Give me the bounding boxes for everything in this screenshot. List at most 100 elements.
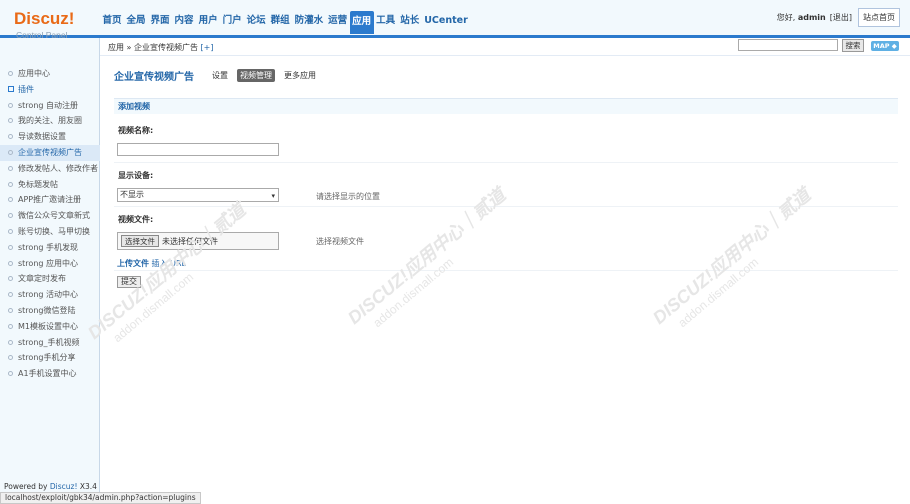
nav-apps[interactable]: 应用 — [349, 11, 374, 34]
page-header: 企业宣传视频广告 设置 视频管理 更多应用 — [114, 68, 325, 83]
sidebar-item-no-title-post[interactable]: 免标题发帖 — [0, 177, 100, 193]
sidebar-item-strong-app-center[interactable]: strong 应用中心 — [0, 256, 100, 272]
bullet-icon — [8, 371, 13, 377]
bullet-icon — [8, 134, 13, 140]
bullet-icon — [8, 339, 13, 345]
sidebar: 应用中心 插件 strong 自动注册 我的关注、朋友圈 导读数据设置 企业宣传… — [0, 38, 100, 504]
sidebar-menu: 应用中心 插件 strong 自动注册 我的关注、朋友圈 导读数据设置 企业宣传… — [0, 66, 100, 382]
no-file-text: 未选择任何文件 — [162, 237, 218, 246]
add-video-form: 添加视频 视频名称: 显示设备: 不显示 ▾ 请选择显示的位置 视频文件: 选择… — [114, 98, 898, 288]
bullet-icon — [8, 323, 13, 329]
bullet-icon — [8, 181, 13, 187]
sidebar-item-mobile-share[interactable]: strong手机分享 — [0, 350, 100, 366]
device-label: 显示设备: — [118, 171, 154, 180]
upload-links: 上传文件 插入 URL — [117, 258, 186, 269]
bullet-icon — [8, 228, 13, 234]
sidebar-item-video-ad[interactable]: 企业宣传视频广告 — [0, 144, 100, 161]
bullet-icon — [8, 213, 13, 219]
device-hint: 请选择显示的位置 — [316, 192, 380, 201]
bullet-icon — [8, 307, 13, 313]
greeting: 您好, admin — [776, 13, 826, 22]
user-area: 您好, admin [退出] 站点首页 — [777, 8, 900, 27]
main-content: 企业宣传视频广告 设置 视频管理 更多应用 添加视频 视频名称: 显示设备: 不… — [84, 56, 910, 504]
tab-settings[interactable]: 设置 — [209, 69, 231, 82]
nav-users[interactable]: 用户 — [196, 11, 220, 31]
sidebar-item-mobile-video[interactable]: strong_手机视频 — [0, 335, 100, 351]
nav-global[interactable]: 全局 — [124, 11, 148, 31]
bullet-icon — [8, 102, 13, 108]
search-input[interactable] — [738, 39, 838, 51]
sidebar-item-account-switch[interactable]: 账号切换、马甲切换 — [0, 224, 100, 240]
breadcrumb-bar: 应用 » 企业宣传视频广告 [+] 搜索 MAP ◆ — [100, 38, 910, 56]
nav-webmaster[interactable]: 站长 — [398, 11, 422, 31]
bullet-icon — [8, 276, 13, 282]
sidebar-item-mobile-discover[interactable]: strong 手机发现 — [0, 240, 100, 256]
discuz-link[interactable]: Discuz! — [50, 482, 78, 491]
nav-operations[interactable]: 运营 — [326, 11, 350, 31]
square-bullet-icon — [8, 86, 14, 93]
device-select[interactable]: 不显示 ▾ — [117, 188, 279, 202]
sidebar-item-activity-center[interactable]: strong 活动中心 — [0, 287, 100, 303]
search-button[interactable]: 搜索 — [842, 39, 864, 52]
insert-url-link[interactable]: 插入 URL — [152, 259, 186, 268]
chevron-down-icon: ▾ — [271, 192, 275, 200]
video-name-label: 视频名称: — [118, 126, 154, 135]
nav-content[interactable]: 内容 — [172, 11, 196, 31]
page-title: 企业宣传视频广告 — [114, 72, 194, 83]
sidebar-item-auto-register[interactable]: strong 自动注册 — [0, 98, 100, 114]
file-hint: 选择视频文件 — [316, 237, 364, 246]
site-home-button[interactable]: 站点首页 — [858, 8, 900, 27]
header: Discuz! Control Panel 首页 全局 界面 内容 用户 门户 … — [0, 0, 910, 40]
bullet-icon — [8, 244, 13, 250]
nav-interface[interactable]: 界面 — [148, 11, 172, 31]
nav-tools[interactable]: 工具 — [374, 11, 398, 31]
sidebar-item-scheduled-post[interactable]: 文章定时发布 — [0, 271, 100, 287]
nav-ucenter[interactable]: UCenter — [422, 11, 471, 31]
bullet-icon — [8, 260, 13, 266]
nav-home[interactable]: 首页 — [100, 11, 124, 31]
video-name-input[interactable] — [117, 143, 279, 156]
sidebar-item-m1-template[interactable]: M1模板设置中心 — [0, 319, 100, 335]
submit-button[interactable]: 提交 — [117, 276, 141, 288]
top-navigation: 首页 全局 界面 内容 用户 门户 论坛 群组 防灌水 运营 应用 工具 站长 … — [100, 11, 470, 38]
bullet-icon — [8, 71, 13, 76]
logout-link[interactable]: [退出] — [830, 12, 852, 23]
bullet-icon — [8, 292, 13, 298]
upload-file-link[interactable]: 上传文件 — [117, 259, 149, 268]
sidebar-item-edit-author[interactable]: 修改发帖人、修改作者 — [0, 161, 100, 177]
choose-file-button[interactable]: 选择文件 — [121, 235, 159, 247]
browser-status-bar: localhost/exploit/gbk34/admin.php?action… — [0, 492, 201, 504]
sidebar-item-app-invite[interactable]: APP推广邀请注册 — [0, 192, 100, 208]
watermark: DISCUZ!应用中心｜贰道 addon.dismall.com — [83, 199, 250, 345]
row-divider — [114, 206, 898, 207]
nav-forum[interactable]: 论坛 — [244, 11, 268, 31]
bullet-icon — [8, 149, 13, 155]
nav-groups[interactable]: 群组 — [268, 11, 292, 31]
bullet-icon — [8, 165, 13, 171]
sidebar-item-plugins[interactable]: 插件 — [0, 82, 100, 98]
nav-antispam[interactable]: 防灌水 — [292, 11, 326, 31]
sidebar-item-guide-settings[interactable]: 导读数据设置 — [0, 129, 100, 145]
bullet-icon — [8, 197, 13, 203]
tab-more-apps[interactable]: 更多应用 — [281, 69, 319, 82]
logo-brand: Discuz! — [14, 9, 75, 28]
bullet-icon — [8, 118, 13, 124]
tab-video-manage[interactable]: 视频管理 — [237, 69, 275, 82]
row-divider — [114, 270, 898, 271]
powered-by: Powered by Discuz! X3.4 — [4, 482, 97, 491]
bullet-icon — [8, 355, 13, 361]
nav-portal[interactable]: 门户 — [220, 11, 244, 31]
sidebar-item-wechat-login[interactable]: strong微信登陆 — [0, 303, 100, 319]
video-file-input[interactable]: 选择文件 未选择任何文件 — [117, 232, 279, 250]
sidebar-item-app-center[interactable]: 应用中心 — [0, 66, 100, 82]
discuz-logo[interactable]: Discuz! Control Panel — [0, 0, 100, 40]
row-divider — [114, 162, 898, 163]
sidebar-item-a1-mobile[interactable]: A1手机设置中心 — [0, 366, 100, 382]
sidebar-item-follow-friends[interactable]: 我的关注、朋友圈 — [0, 113, 100, 129]
sidebar-item-wechat-article[interactable]: 微信公众号文章新式 — [0, 208, 100, 224]
username: admin — [797, 13, 826, 22]
map-button[interactable]: MAP ◆ — [871, 41, 899, 51]
video-file-label: 视频文件: — [118, 215, 154, 224]
section-title: 添加视频 — [114, 98, 898, 114]
add-shortcut-link[interactable]: [+] — [201, 43, 214, 52]
